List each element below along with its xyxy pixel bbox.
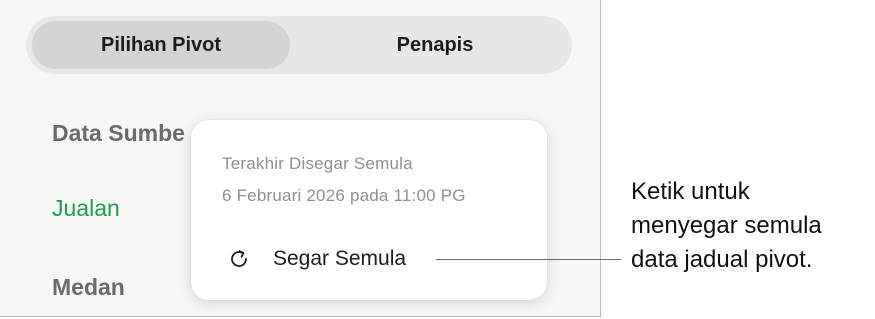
callout-line-3: data jadual pivot. [631,246,813,273]
pivot-options-panel: Pilihan Pivot Penapis Data Sumbe Jualan … [0,0,601,317]
source-data-heading: Data Sumbe [52,120,185,146]
callout-leader-line [436,259,621,260]
last-refreshed-timestamp: 6 Februari 2026 pada 11:00 PG [222,186,466,205]
refresh-button-label: Segar Semula [273,247,407,270]
tab-pivot-options-label: Pilihan Pivot [100,33,222,56]
screen: Pilihan Pivot Penapis Data Sumbe Jualan … [0,0,875,319]
tab-filters[interactable]: Penapis [306,21,564,69]
source-data-value[interactable]: Jualan [52,195,120,222]
segmented-control: Pilihan Pivot Penapis [26,16,572,74]
callout-annotation: Ketik untuk menyegar semula data jadual … [631,175,871,277]
refresh-button[interactable]: Segar Semula [227,244,406,274]
tab-filters-label: Penapis [396,33,474,56]
refresh-icon [231,250,247,267]
refresh-popover: Terakhir Disegar Semula 6 Februari 2026 … [191,120,547,300]
callout-line-2: menyegar semula [631,212,822,239]
callout-line-1: Ketik untuk [631,178,750,205]
fields-heading: Medan [52,274,125,300]
tab-pivot-options[interactable]: Pilihan Pivot [32,21,290,69]
last-refreshed-label: Terakhir Disegar Semula [222,154,413,173]
